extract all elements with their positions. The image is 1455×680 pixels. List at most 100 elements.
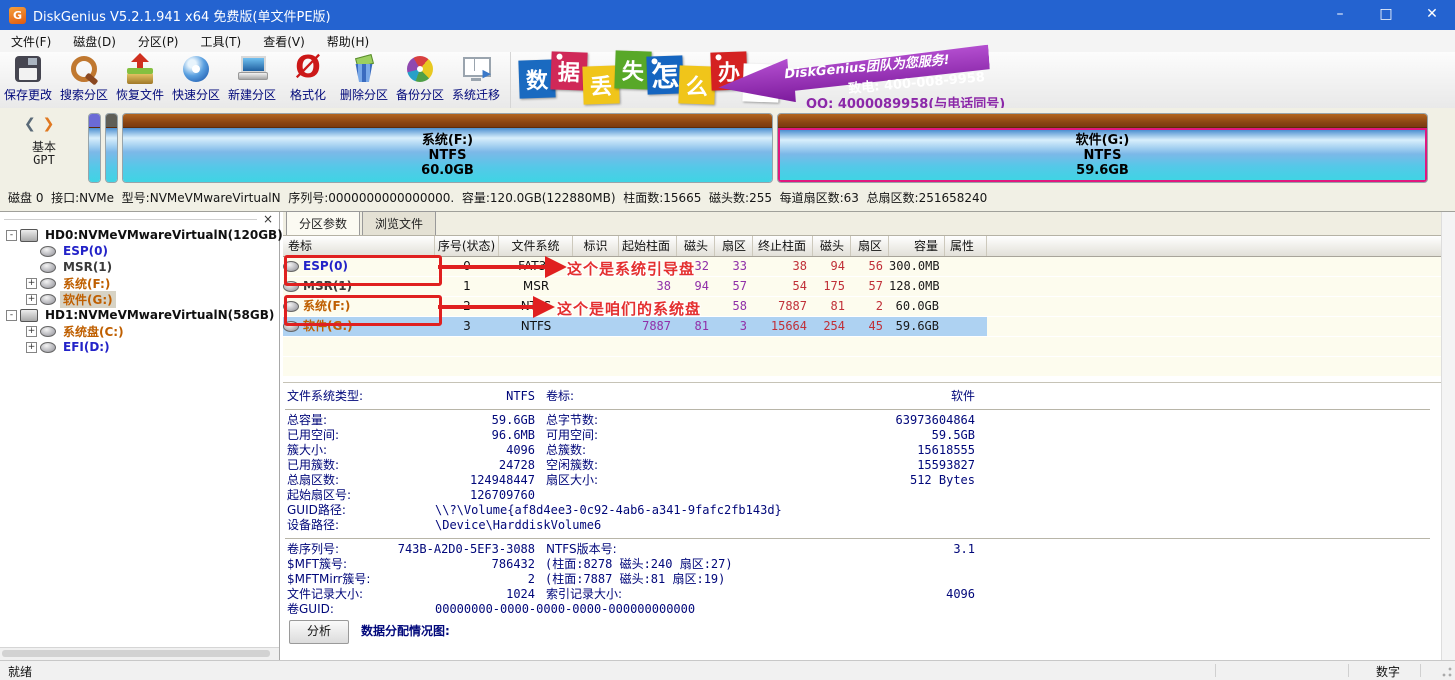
tree-expander-icon[interactable]: - <box>6 230 17 241</box>
column-header[interactable]: 磁头 <box>677 236 715 256</box>
partition-block-small[interactable] <box>105 113 118 183</box>
tree-expander-icon[interactable]: + <box>26 294 37 305</box>
menu-item[interactable]: 磁盘(D) <box>62 31 127 52</box>
detail-value: 96.6MB <box>492 428 535 443</box>
volume-icon <box>40 246 56 257</box>
detail-label: 扇区大小: <box>546 473 598 488</box>
end-head-cell: 81 <box>813 297 851 316</box>
toolbar-button-delete-partition[interactable]: 删除分区 <box>336 52 392 108</box>
partition-table-type-label: GPT <box>22 153 66 167</box>
toolbar-button-recover-files[interactable]: 恢复文件 <box>112 52 168 108</box>
table-row[interactable]: 软件(G:)3NTFS7887813156642544559.6GB <box>283 317 1442 337</box>
tree-scrollbar-thumb[interactable] <box>2 650 270 657</box>
toolbar-button-label: 搜索分区 <box>60 86 108 103</box>
toolbar-button-backup-partition[interactable]: 备份分区 <box>392 52 448 108</box>
detail-divider <box>285 533 1430 539</box>
table-row[interactable]: ESP(0)0FAT323233389456300.0MB <box>283 257 1442 277</box>
panel-vertical-scrollbar[interactable] <box>1441 212 1455 660</box>
tree-node[interactable]: + 系统(F:) <box>0 275 279 291</box>
toolbar-button-label: 备份分区 <box>396 86 444 103</box>
column-header[interactable]: 扇区 <box>851 236 889 256</box>
end-head-cell: 254 <box>813 317 851 336</box>
end-head-cell: 94 <box>813 257 851 276</box>
toolbar-button-quick-partition[interactable]: 快速分区 <box>168 52 224 108</box>
partition-type-band <box>106 114 117 128</box>
tree-expander-icon[interactable]: + <box>26 278 37 289</box>
tab-active[interactable]: 分区参数 <box>286 211 360 235</box>
column-header[interactable]: 磁头 <box>813 236 851 256</box>
detail-row: 总容量:59.6GB总字节数:63973604864 <box>283 413 1442 428</box>
end-cylinder-cell: 7887 <box>753 297 813 316</box>
tree-expander-icon[interactable]: + <box>26 326 37 337</box>
prev-disk-icon[interactable]: ❮ <box>24 116 36 132</box>
menu-item[interactable]: 查看(V) <box>252 31 316 52</box>
column-header[interactable]: 标识 <box>573 236 619 256</box>
partition-fs: NTFS <box>1084 148 1122 163</box>
toolbar-button-search[interactable]: 搜索分区 <box>56 52 112 108</box>
table-row[interactable]: MSR(1)1MSR3894575417557128.0MB <box>283 277 1442 297</box>
tree-expander-icon[interactable]: + <box>26 342 37 353</box>
detail-label: 总扇区数: <box>287 473 339 488</box>
tab-inactive[interactable]: 浏览文件 <box>362 211 436 235</box>
tree-node[interactable]: +软件(G:) <box>0 291 279 307</box>
menu-item[interactable]: 文件(F) <box>0 31 62 52</box>
toolbar-button-format[interactable]: Ø格式化 <box>280 52 336 108</box>
partition-fs: NTFS <box>429 148 467 163</box>
detail-value: 124948447 <box>470 473 535 488</box>
next-disk-icon[interactable]: ❯ <box>43 116 55 132</box>
volume-label: MSR(1) <box>303 277 352 296</box>
detail-value-chs: (柱面:7887 磁头:81 扇区:19) <box>545 572 725 587</box>
tree-node-label: 系统(F:) <box>60 275 113 292</box>
tree-close-icon[interactable]: × <box>263 213 273 226</box>
tree-node[interactable]: +EFI(D:) <box>0 339 279 355</box>
volume-icon <box>40 294 56 305</box>
detail-value: 1024 <box>506 587 535 602</box>
partition-details-panel: 分区参数浏览文件 卷标序号(状态)文件系统标识起始柱面磁头扇区终止柱面磁头扇区容… <box>283 212 1455 660</box>
tree-node[interactable]: ESP(0) <box>0 243 279 259</box>
column-header[interactable]: 序号(状态) <box>435 236 499 256</box>
menu-item[interactable]: 分区(P) <box>127 31 190 52</box>
table-row[interactable]: 系统(F:)2NTFS58788781260.0GB <box>283 297 1442 317</box>
tree-node[interactable]: +系统盘(C:) <box>0 323 279 339</box>
tree-expander-icon[interactable]: - <box>6 310 17 321</box>
column-header[interactable]: 容量 <box>889 236 945 256</box>
status-ready-label: 就绪 <box>8 663 32 680</box>
toolbar-button-system-migrate[interactable]: ▶系统迁移 <box>448 52 504 108</box>
analyze-button[interactable]: 分析 <box>289 620 349 644</box>
column-header[interactable]: 扇区 <box>715 236 753 256</box>
partition-block-系统(F:)[interactable]: 系统(F:)NTFS60.0GB <box>122 113 773 183</box>
partition-block-small[interactable] <box>88 113 101 183</box>
column-header[interactable]: 终止柱面 <box>753 236 813 256</box>
column-header[interactable]: 文件系统 <box>499 236 573 256</box>
column-header[interactable]: 起始柱面 <box>619 236 677 256</box>
maximize-button[interactable]: □ <box>1363 0 1409 30</box>
recover-files-icon <box>124 53 156 85</box>
detail-label: $MFT簇号: <box>287 557 347 572</box>
detail-label: 卷GUID: <box>287 602 334 617</box>
index-cell: 1 <box>435 277 499 296</box>
detail-label: GUID路径: <box>287 503 346 518</box>
tree-node[interactable]: MSR(1) <box>0 259 279 275</box>
column-header[interactable]: 属性 <box>945 236 987 256</box>
toolbar-button-save[interactable]: 保存更改 <box>0 52 56 108</box>
detail-value: 4096 <box>946 587 975 602</box>
tree-horizontal-scrollbar[interactable] <box>0 647 279 660</box>
column-header[interactable]: 卷标 <box>283 236 435 256</box>
partition-block-body: 软件(G:)NTFS59.6GB <box>778 128 1427 182</box>
menu-item[interactable]: 工具(T) <box>190 31 253 52</box>
partition-block-软件(G:)[interactable]: 软件(G:)NTFS59.6GB <box>777 113 1428 183</box>
start-sector-cell: 57 <box>715 277 753 296</box>
tree-node[interactable]: -HD1:NVMeVMwareVirtualN(58GB) <box>0 307 279 323</box>
detail-label: 卷标: <box>546 389 574 404</box>
partition-type-band <box>778 114 1427 128</box>
partition-block-body: 系统(F:)NTFS60.0GB <box>123 128 772 182</box>
minimize-button[interactable]: – <box>1317 0 1363 30</box>
close-button[interactable]: ✕ <box>1409 0 1455 30</box>
resize-grip[interactable] <box>1441 666 1453 678</box>
detail-value: 00000000-0000-0000-0000-000000000000 <box>435 602 695 617</box>
partition-size: 60.0GB <box>421 163 474 178</box>
toolbar-button-new-partition[interactable]: 新建分区 <box>224 52 280 108</box>
tree-node[interactable]: -HD0:NVMeVMwareVirtualN(120GB) <box>0 227 279 243</box>
menu-item[interactable]: 帮助(H) <box>316 31 380 52</box>
detail-value: 512 Bytes <box>910 473 975 488</box>
